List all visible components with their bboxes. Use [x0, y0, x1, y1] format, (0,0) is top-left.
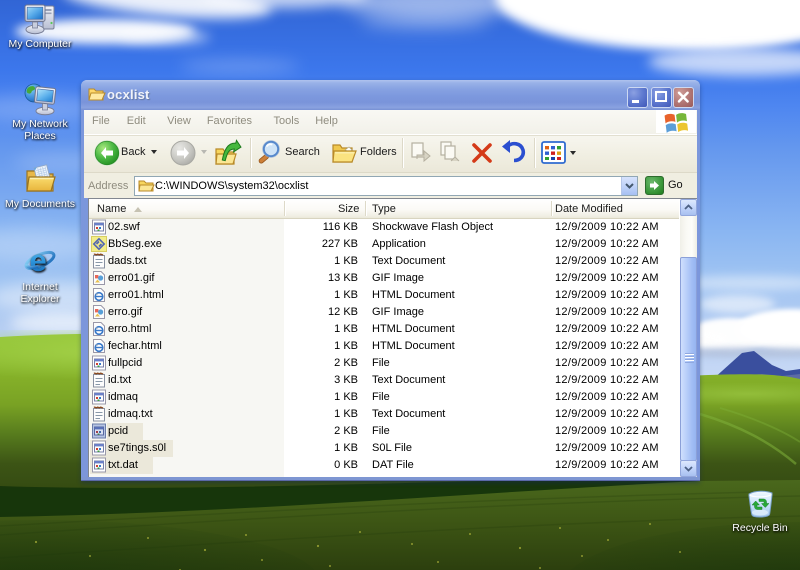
svg-text:e: e: [30, 243, 47, 278]
